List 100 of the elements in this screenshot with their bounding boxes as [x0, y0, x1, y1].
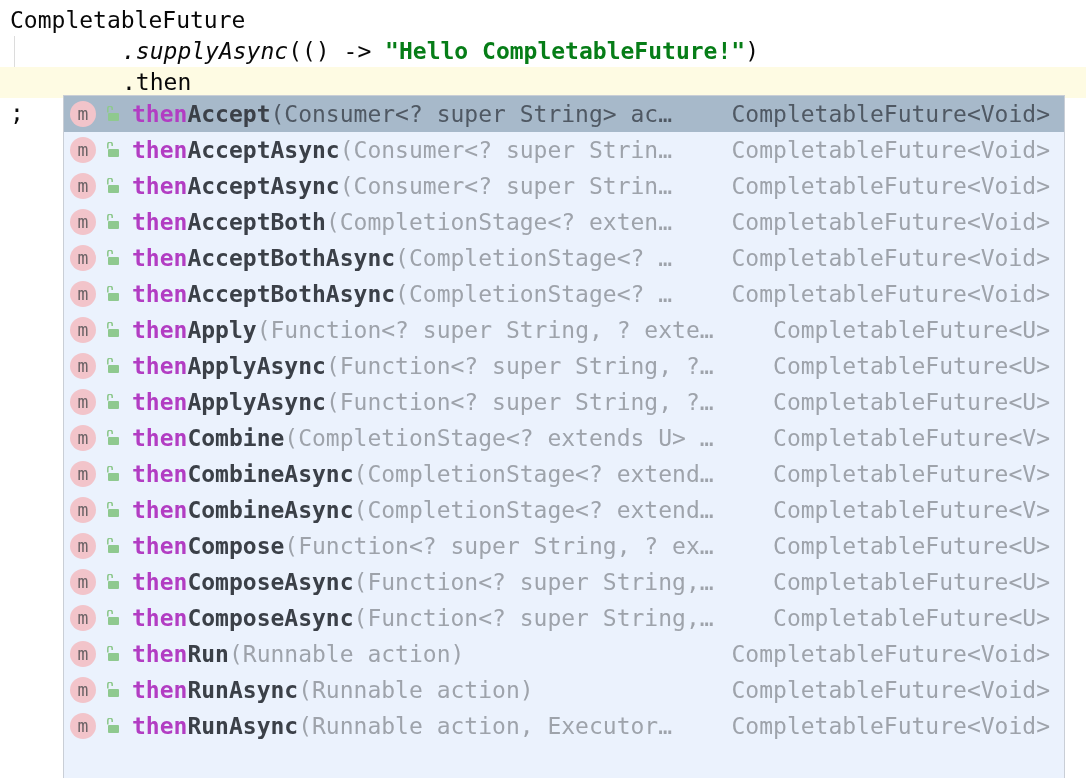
completion-item[interactable]: m thenAcceptBoth(CompletionStage<? exten… CompletableFuture<Void>: [64, 204, 1064, 240]
method-name: thenCombineAsync: [132, 461, 354, 487]
return-type: CompletableFuture<Void>: [731, 173, 1050, 199]
open-lock-icon: [106, 286, 120, 302]
method-parameters: (Function<? super String,…: [353, 569, 714, 595]
completion-item[interactable]: m thenCombine(CompletionStage<? extends U> … CompletableFuture<V>: [64, 420, 1064, 456]
open-lock-icon: [106, 718, 120, 734]
open-lock-icon: [106, 250, 120, 266]
return-type: CompletableFuture<Void>: [731, 713, 1050, 739]
return-type: CompletableFuture<Void>: [731, 281, 1050, 307]
return-type: CompletableFuture<Void>: [731, 245, 1050, 271]
method-icon: m: [70, 497, 96, 523]
return-type: CompletableFuture<Void>: [731, 641, 1050, 667]
return-type: CompletableFuture<Void>: [731, 209, 1050, 235]
code-line: CompletableFuture: [10, 6, 246, 35]
method-name: thenCombineAsync: [132, 497, 354, 523]
open-lock-icon: [106, 610, 120, 626]
completion-item[interactable]: m thenAcceptAsync(Consumer<? super Strin… CompletableFuture<Void>: [64, 132, 1064, 168]
method-parameters: (CompletionStage<? …: [395, 245, 673, 271]
method-icon: m: [70, 101, 96, 127]
completion-item[interactable]: m thenCombineAsync(CompletionStage<? extend… CompletableFuture<V>: [64, 456, 1064, 492]
open-lock-icon: [106, 646, 120, 662]
method-name: thenApply: [132, 317, 257, 343]
method-parameters: (Consumer<? super String> ac…: [270, 101, 673, 127]
method-icon: m: [70, 677, 96, 703]
method-parameters: (Consumer<? super Strin…: [339, 137, 673, 163]
return-type: CompletableFuture<Void>: [731, 101, 1050, 127]
method-icon: m: [70, 209, 96, 235]
method-parameters: (CompletionStage<? …: [395, 281, 673, 307]
completion-item[interactable]: m thenApply(Function<? super String, ? exte… CompletableFuture<U>: [64, 312, 1064, 348]
completion-item[interactable]: m thenCompose(Function<? super String, ? ex… CompletableFuture<U>: [64, 528, 1064, 564]
method-name: thenRunAsync: [132, 677, 299, 703]
return-type: CompletableFuture<V>: [773, 425, 1050, 451]
open-lock-icon: [106, 322, 120, 338]
open-lock-icon: [106, 574, 120, 590]
completion-item[interactable]: m thenApplyAsync(Function<? super String, ?… CompletableFuture<U>: [64, 348, 1064, 384]
return-type: CompletableFuture<V>: [773, 461, 1050, 487]
method-icon: m: [70, 605, 96, 631]
method-name: thenRun: [132, 641, 229, 667]
open-lock-icon: [106, 430, 120, 446]
method-name: thenComposeAsync: [132, 605, 354, 631]
completion-item[interactable]: m thenAcceptBothAsync(CompletionStage<? … CompletableFuture<Void>: [64, 276, 1064, 312]
open-lock-icon: [106, 538, 120, 554]
completion-item[interactable]: m thenRunAsync(Runnable action) CompletableFuture<Void>: [64, 672, 1064, 708]
return-type: CompletableFuture<U>: [773, 605, 1050, 631]
open-lock-icon: [106, 214, 120, 230]
return-type: CompletableFuture<U>: [773, 353, 1050, 379]
completion-item[interactable]: m thenApplyAsync(Function<? super String, ?… CompletableFuture<U>: [64, 384, 1064, 420]
method-parameters: (CompletionStage<? exten…: [325, 209, 673, 235]
code-line: .supplyAsync(() -> "Hello CompletableFuture!"): [121, 37, 759, 66]
method-name: thenCombine: [132, 425, 285, 451]
return-type: CompletableFuture<Void>: [731, 137, 1050, 163]
method-parameters: (CompletionStage<? extend…: [353, 497, 714, 523]
completion-item[interactable]: m thenAcceptAsync(Consumer<? super Strin… CompletableFuture<Void>: [64, 168, 1064, 204]
completion-item[interactable]: m thenRun(Runnable action) CompletableFuture<Void>: [64, 636, 1064, 672]
open-lock-icon: [106, 466, 120, 482]
method-icon: m: [70, 245, 96, 271]
return-type: CompletableFuture<V>: [773, 497, 1050, 523]
method-name: thenAcceptAsync: [132, 173, 340, 199]
return-type: CompletableFuture<U>: [773, 317, 1050, 343]
method-parameters: (Runnable action): [298, 677, 534, 703]
method-parameters: (CompletionStage<? extends U> …: [284, 425, 714, 451]
open-lock-icon: [106, 682, 120, 698]
method-name: thenAcceptBothAsync: [132, 281, 396, 307]
completion-item[interactable]: m thenRunAsync(Runnable action, Executor… CompletableFuture<Void>: [64, 708, 1064, 744]
method-parameters: (Function<? super String, ?…: [325, 353, 714, 379]
method-parameters: (Consumer<? super Strin…: [339, 173, 673, 199]
method-icon: m: [70, 389, 96, 415]
return-type: CompletableFuture<U>: [773, 533, 1050, 559]
method-parameters: (Function<? super String, ? ex…: [284, 533, 714, 559]
method-parameters: (Function<? super String, ?…: [325, 389, 714, 415]
method-icon: m: [70, 533, 96, 559]
method-icon: m: [70, 569, 96, 595]
method-name: thenComposeAsync: [132, 569, 354, 595]
open-lock-icon: [106, 394, 120, 410]
completion-item[interactable]: m thenCombineAsync(CompletionStage<? extend… CompletableFuture<V>: [64, 492, 1064, 528]
method-name: thenAcceptBothAsync: [132, 245, 396, 271]
code-line: .then: [121, 68, 192, 97]
method-name: thenCompose: [132, 533, 285, 559]
method-name: thenApplyAsync: [132, 353, 326, 379]
method-name: thenRunAsync: [132, 713, 299, 739]
completion-item[interactable]: m thenAccept(Consumer<? super String> ac… CompletableFuture<Void>: [64, 96, 1064, 132]
method-parameters: (CompletionStage<? extend…: [353, 461, 714, 487]
method-icon: m: [70, 281, 96, 307]
method-name: thenAccept: [132, 101, 271, 127]
method-icon: m: [70, 353, 96, 379]
method-name: thenAcceptBoth: [132, 209, 326, 235]
method-name: thenAcceptAsync: [132, 137, 340, 163]
method-name: thenApplyAsync: [132, 389, 326, 415]
open-lock-icon: [106, 142, 120, 158]
method-icon: m: [70, 713, 96, 739]
method-icon: m: [70, 317, 96, 343]
return-type: CompletableFuture<U>: [773, 389, 1050, 415]
method-icon: m: [70, 641, 96, 667]
return-type: CompletableFuture<Void>: [731, 677, 1050, 703]
method-parameters: (Runnable action): [228, 641, 465, 667]
completion-item[interactable]: m thenAcceptBothAsync(CompletionStage<? … CompletableFuture<Void>: [64, 240, 1064, 276]
completion-item[interactable]: m thenComposeAsync(Function<? super String,… CompletableFuture<U>: [64, 600, 1064, 636]
completion-item[interactable]: m thenComposeAsync(Function<? super String,… CompletableFuture<U>: [64, 564, 1064, 600]
method-parameters: (Function<? super String,…: [353, 605, 714, 631]
